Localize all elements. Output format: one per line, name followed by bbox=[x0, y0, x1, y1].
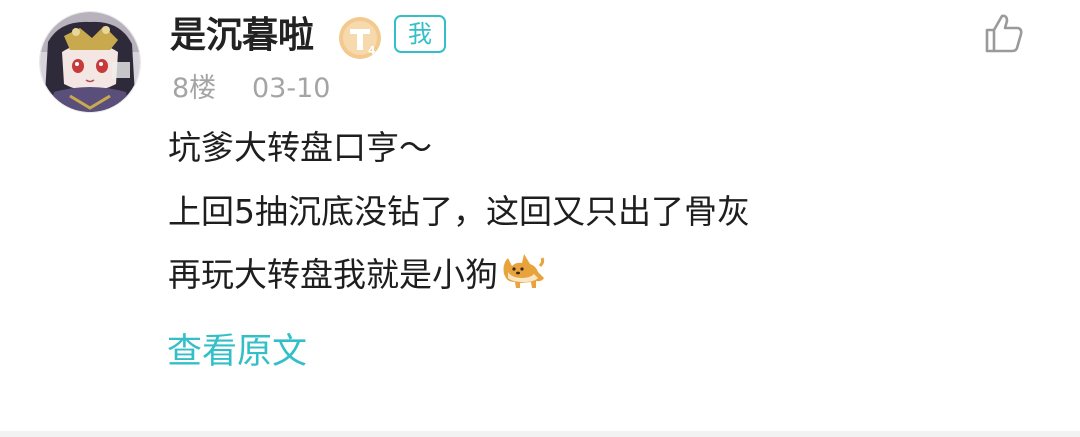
dog-emoji-icon bbox=[503, 254, 545, 288]
view-original-link[interactable]: 查看原文 bbox=[167, 329, 307, 375]
floor-number: 8楼 bbox=[172, 73, 217, 104]
username[interactable]: 是沉暮啦 bbox=[170, 12, 314, 60]
comment-text-line-1: 坑爹大转盘口亨～ bbox=[168, 128, 432, 167]
tieba-level-badge-icon[interactable]: 4 bbox=[338, 16, 382, 60]
comment-item: 是沉暮啦 4 我 8楼 03-10 坑爹大转盘口亨～ 上回5抽沉底没钻了，这回又… bbox=[0, 0, 1080, 431]
like-button[interactable] bbox=[980, 10, 1028, 58]
comment-text-line-2: 上回5抽沉底没钻了，这回又只出了骨灰 bbox=[168, 192, 750, 231]
divider bbox=[0, 431, 1080, 437]
post-date: 03-10 bbox=[252, 73, 331, 104]
comment-text-line-3: 再玩大转盘我就是小狗 bbox=[168, 252, 546, 297]
self-tag: 我 bbox=[394, 15, 446, 53]
svg-text:4: 4 bbox=[368, 44, 376, 57]
comment-text-line-3-text: 再玩大转盘我就是小狗 bbox=[168, 255, 498, 294]
thumbs-up-icon bbox=[985, 14, 1023, 53]
avatar[interactable] bbox=[40, 12, 140, 112]
avatar-anime-girl-icon bbox=[40, 12, 140, 112]
